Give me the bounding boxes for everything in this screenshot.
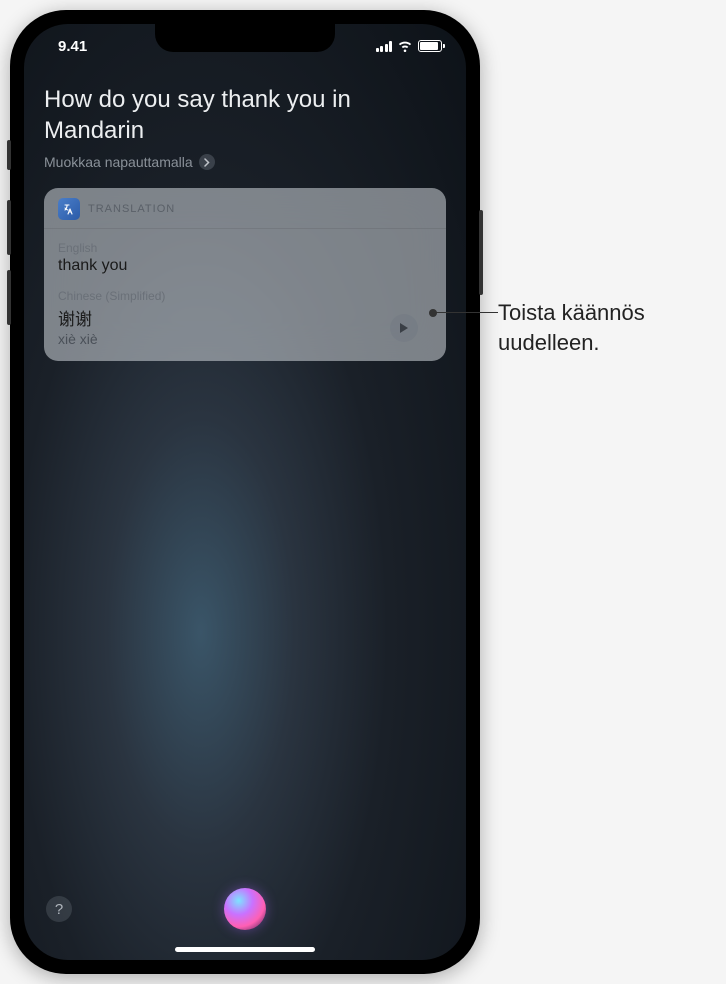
- status-time: 9.41: [48, 38, 87, 55]
- help-button[interactable]: ?: [46, 896, 72, 922]
- mute-switch: [7, 140, 11, 170]
- translation-app-icon: [58, 198, 80, 220]
- siri-orb-button[interactable]: [224, 888, 266, 930]
- notch: [155, 24, 335, 52]
- translation-card[interactable]: TRANSLATION English thank you Chinese (S…: [44, 188, 446, 361]
- target-language-label: Chinese (Simplified): [58, 289, 432, 303]
- callout-line-1: Toista käännös: [498, 298, 645, 328]
- translation-row: Chinese (Simplified) 谢谢 xiè xiè: [58, 289, 432, 347]
- callout-leader-line: [433, 312, 498, 313]
- card-body: English thank you Chinese (Simplified) 谢…: [44, 229, 446, 361]
- volume-down-button: [7, 270, 11, 325]
- side-button: [479, 210, 483, 295]
- play-translation-button[interactable]: [390, 314, 418, 342]
- card-title: TRANSLATION: [88, 203, 175, 215]
- source-text: thank you: [58, 257, 432, 275]
- home-indicator[interactable]: [175, 947, 315, 952]
- cellular-signal-icon: [376, 41, 393, 52]
- play-icon: [399, 322, 409, 334]
- phone-frame: 9.41 How do you say thank you in Mandari…: [10, 10, 480, 974]
- battery-icon: [418, 40, 442, 52]
- card-header: TRANSLATION: [44, 188, 446, 229]
- source-language-label: English: [58, 241, 432, 255]
- callout-line-2: uudelleen.: [498, 328, 645, 358]
- callout-annotation: Toista käännös uudelleen.: [498, 298, 645, 357]
- volume-up-button: [7, 200, 11, 255]
- callout-text: Toista käännös uudelleen.: [498, 298, 645, 357]
- question-mark-icon: ?: [55, 901, 63, 918]
- target-text: 谢谢: [58, 305, 432, 330]
- user-query-text[interactable]: How do you say thank you in Mandarin: [44, 84, 446, 146]
- siri-content: How do you say thank you in Mandarin Muo…: [24, 84, 466, 361]
- edit-query-button[interactable]: Muokkaa napauttamalla: [44, 154, 446, 170]
- wifi-icon: [397, 40, 413, 52]
- target-romanization: xiè xiè: [58, 331, 432, 347]
- status-indicators: [376, 40, 443, 52]
- screen: 9.41 How do you say thank you in Mandari…: [24, 24, 466, 960]
- edit-hint-label: Muokkaa napauttamalla: [44, 154, 193, 170]
- chevron-right-icon: [199, 154, 215, 170]
